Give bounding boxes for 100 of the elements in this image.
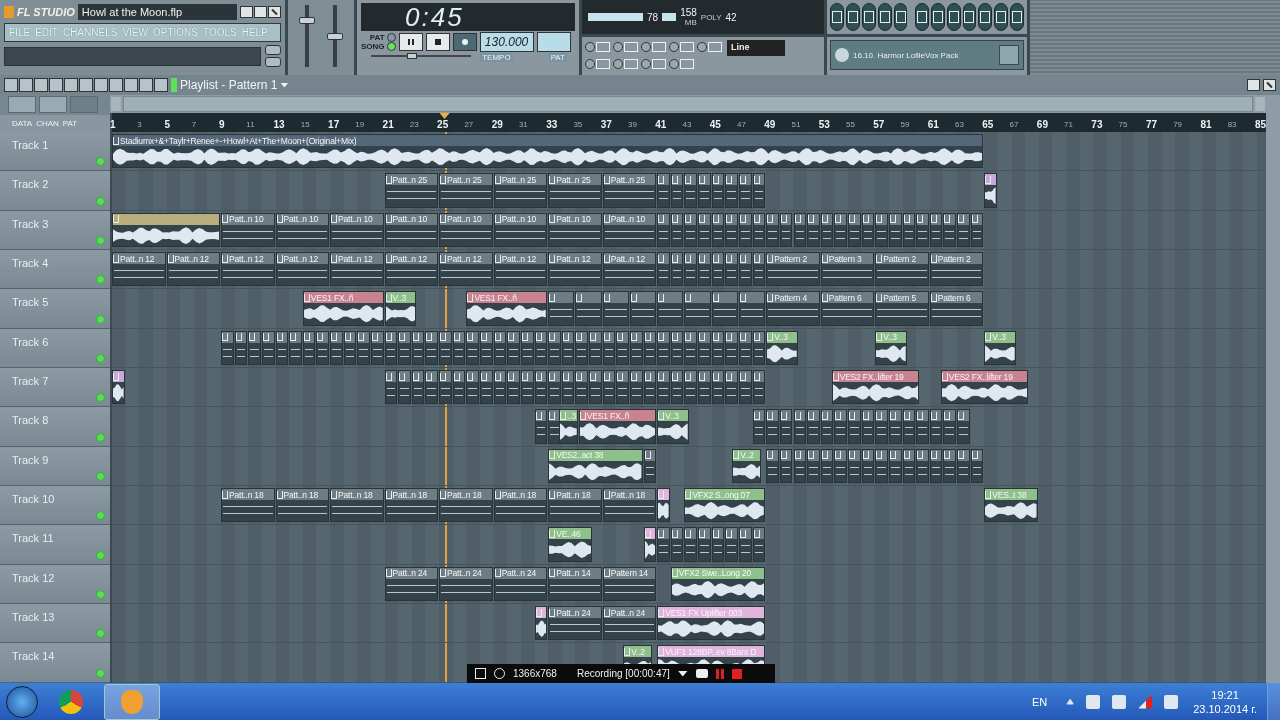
bar-number: 51 bbox=[791, 120, 801, 129]
language-indicator[interactable]: EN bbox=[1031, 695, 1048, 708]
pattern-clip[interactable]: Pattern 2 bbox=[875, 252, 929, 287]
pattern-clip[interactable]: Patt..n 18 bbox=[330, 488, 384, 523]
bar-number: 15 bbox=[300, 120, 310, 129]
browser-item-label: 16.10. Harmor LollieVox Pack bbox=[853, 50, 960, 60]
track-header[interactable]: Track 2 bbox=[0, 171, 110, 211]
track-header[interactable]: Track 4 bbox=[0, 250, 110, 290]
pattern-clip[interactable]: Patt..n 10 bbox=[275, 212, 330, 248]
pattern-clip[interactable]: Pattern 14 bbox=[602, 566, 657, 602]
pattern-clip[interactable]: Pattern 2 bbox=[766, 252, 820, 287]
track-name: Track 8 bbox=[12, 414, 49, 427]
pattern-clip[interactable]: Patt..n 10 bbox=[330, 212, 384, 248]
view-tab[interactable]: PAT bbox=[62, 119, 78, 128]
pattern-clip[interactable]: Patt..n 18 bbox=[548, 488, 602, 523]
track-header[interactable]: Track 3 bbox=[0, 210, 110, 251]
pattern-clip[interactable]: Patt..n 18 bbox=[384, 488, 439, 523]
pattern-clip[interactable]: Pattern 4 bbox=[766, 291, 820, 326]
pattern-clip[interactable]: Pattern 6 bbox=[929, 291, 984, 326]
pattern-clip[interactable]: Patt..n 10 bbox=[602, 212, 657, 248]
pattern-clip[interactable]: Patt..n 14 bbox=[548, 566, 602, 602]
pattern-clip[interactable]: Patt..n 18 bbox=[221, 488, 275, 523]
track-header[interactable]: Track 14 bbox=[0, 643, 110, 683]
track-header[interactable]: Track 12 bbox=[0, 564, 110, 605]
browser-selector[interactable]: 16.10. Harmor LollieVox Pack bbox=[830, 40, 1024, 70]
pattern-clip[interactable]: Patt..n 18 bbox=[493, 488, 548, 523]
snap-dropdown[interactable]: Line bbox=[727, 40, 785, 56]
track-header[interactable]: Track 8 bbox=[0, 407, 110, 447]
pattern-clip[interactable]: Patt..n 10 bbox=[221, 212, 275, 248]
clip-label: Patt..n 12 bbox=[610, 253, 646, 264]
pattern-clip[interactable]: Patt..n 12 bbox=[602, 252, 657, 287]
pattern-clip[interactable]: Patt..n 25 bbox=[384, 173, 439, 208]
pattern-clip[interactable]: Patt..n 18 bbox=[439, 488, 493, 523]
track-header[interactable]: Track 11 bbox=[0, 525, 110, 565]
clock-time[interactable]: 19:21 bbox=[1211, 687, 1239, 702]
pattern-clip[interactable]: Patt..n 12 bbox=[384, 252, 439, 287]
playlist-title[interactable]: Playlist - Pattern 1 bbox=[180, 78, 278, 92]
tempo-display[interactable]: 130.000 bbox=[479, 32, 534, 52]
pattern-clip[interactable]: Patt..n 12 bbox=[166, 252, 221, 287]
clip-label: Patt..n 12 bbox=[338, 253, 373, 264]
pattern-clip[interactable]: Pattern 2 bbox=[929, 252, 984, 287]
track-header[interactable]: Track 10 bbox=[0, 486, 110, 526]
audio-clip[interactable]: VES1 FX..ñ bbox=[578, 409, 657, 444]
memory-value: 158 bbox=[680, 7, 697, 18]
clip-label: VES1 FX..ñ bbox=[586, 410, 630, 421]
audio-clip[interactable]: Stadiumx+&+Taylr+Renee+-+Howl+At+The+Moon+(Original+Mix) bbox=[112, 134, 984, 169]
pattern-clip[interactable]: Patt..n 18 bbox=[275, 488, 330, 523]
pattern-clip[interactable]: Patt..n 24 bbox=[493, 566, 548, 602]
bar-number: 59 bbox=[900, 120, 910, 129]
audio-clip[interactable]: VES1 FX..ñ bbox=[466, 291, 548, 326]
pattern-clip[interactable]: Patt..n 25 bbox=[439, 173, 493, 208]
clip-label: Pattern 2 bbox=[774, 253, 807, 264]
clock-date[interactable]: 23.10.2014 г. bbox=[1193, 701, 1257, 716]
view-tab[interactable]: DATA bbox=[12, 119, 33, 128]
pattern-clip[interactable]: Patt..n 12 bbox=[439, 252, 493, 287]
clip-label: Patt..n 24 bbox=[447, 568, 482, 579]
pattern-clip[interactable]: Pattern 3 bbox=[820, 252, 875, 287]
audio-clip[interactable]: VES2 FX..lifter 19 bbox=[831, 370, 920, 405]
bar-number: 33 bbox=[546, 119, 558, 130]
track-header[interactable]: Track 13 bbox=[0, 604, 110, 644]
pattern-clip[interactable]: Patt..n 10 bbox=[548, 212, 602, 248]
clip-label: Patt..n 25 bbox=[501, 174, 536, 185]
clip-label: VES1 FX..ñ bbox=[474, 292, 517, 303]
track-header[interactable]: Track 7 bbox=[0, 368, 110, 408]
pattern-clip[interactable]: Patt..n 12 bbox=[221, 252, 275, 287]
pattern-clip[interactable]: Patt..n 25 bbox=[493, 173, 548, 208]
pattern-clip[interactable]: Patt..n 12 bbox=[330, 252, 384, 287]
pattern-clip[interactable]: Patt..n 18 bbox=[602, 488, 657, 523]
clip-label: Pattern 2 bbox=[937, 253, 971, 264]
pattern-clip[interactable]: Patt..n 12 bbox=[493, 252, 548, 287]
pattern-clip[interactable]: Pattern 5 bbox=[875, 291, 929, 326]
pattern-clip[interactable]: Patt..n 24 bbox=[548, 606, 602, 641]
pattern-clip[interactable]: Patt..n 25 bbox=[548, 173, 602, 208]
pattern-clip[interactable]: Patt..n 12 bbox=[275, 252, 330, 287]
clip-label: Patt..n 12 bbox=[392, 253, 427, 264]
track-header[interactable]: Track 9 bbox=[0, 446, 110, 487]
clip-label: Patt..n 12 bbox=[283, 253, 318, 264]
pattern-clip[interactable]: Patt..n 24 bbox=[602, 606, 657, 641]
track-header[interactable]: Track 1 bbox=[0, 132, 110, 172]
view-tab[interactable]: CHAN bbox=[36, 119, 59, 128]
pattern-clip[interactable]: Patt..n 10 bbox=[384, 212, 439, 248]
pattern-clip[interactable]: Pattern 6 bbox=[820, 291, 875, 326]
pattern-clip[interactable]: Patt..n 25 bbox=[602, 173, 657, 208]
track-header[interactable]: Track 5 bbox=[0, 289, 110, 329]
pattern-clip[interactable]: Patt..n 10 bbox=[439, 212, 493, 248]
pattern-clip[interactable]: Patt..n 12 bbox=[548, 252, 602, 287]
clip-label: Patt..n 10 bbox=[338, 214, 373, 225]
time-display: 0:45 bbox=[361, 3, 575, 31]
pattern-clip[interactable]: Patt..n 10 bbox=[493, 212, 548, 248]
clip-label: Pattern 4 bbox=[774, 292, 807, 303]
timeline-ruler[interactable]: 1 3 5 7 9 11 13 15 17 19 21 23 25 27 29 31 33 35 37 39 41 43 45 47 49 51 53 55 57 59 61 63 65 67 69 71 73 75 77 79 81 83 85 bbox=[112, 113, 1266, 132]
pattern-clip[interactable]: Patt..n 24 bbox=[384, 566, 439, 602]
audio-clip[interactable]: VES2 FX..lifter 19 bbox=[940, 370, 1029, 405]
audio-clip[interactable]: VES1 FX..ñ bbox=[302, 291, 384, 326]
track-name: Track 7 bbox=[12, 375, 49, 388]
pattern-clip[interactable]: Patt..n 24 bbox=[439, 566, 493, 602]
track-header[interactable]: Track 6 bbox=[0, 328, 110, 369]
pattern-clip[interactable]: Patt..n 12 bbox=[112, 252, 166, 287]
clip-label: Patt..n 18 bbox=[392, 489, 427, 500]
clip-label: V..3 bbox=[992, 332, 1006, 343]
